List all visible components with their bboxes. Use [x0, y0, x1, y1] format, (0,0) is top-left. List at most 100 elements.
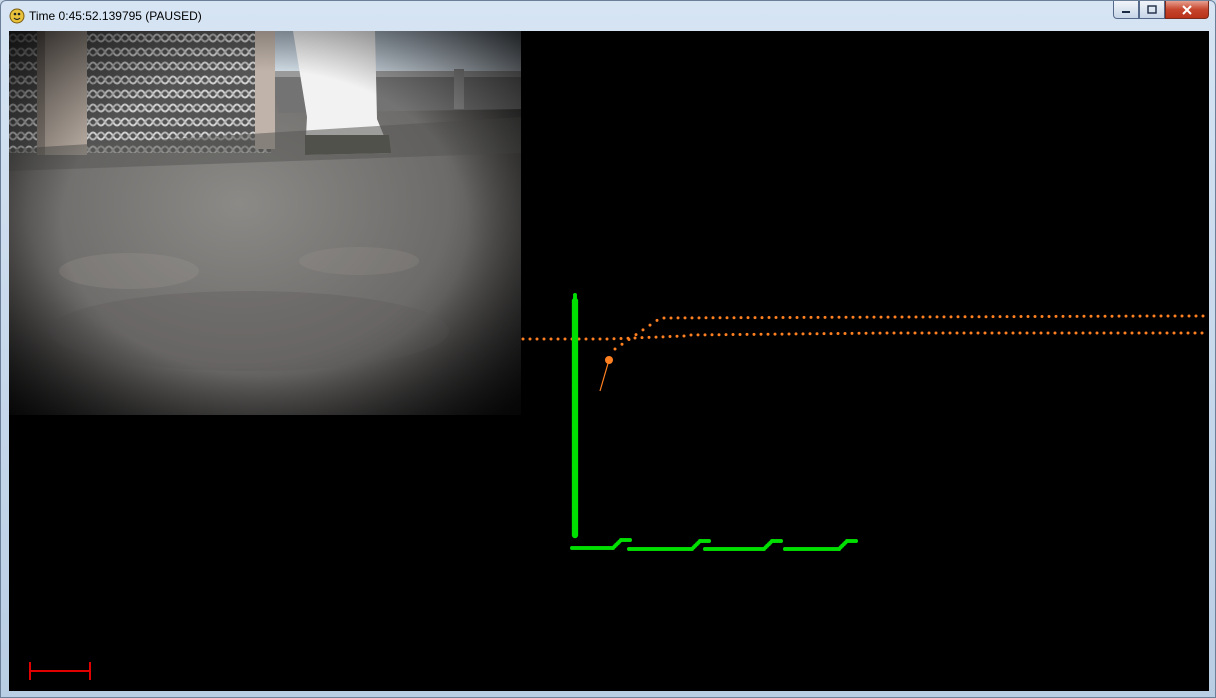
path-point — [1200, 331, 1204, 335]
minimize-icon — [1122, 10, 1130, 13]
path-point — [1124, 314, 1128, 318]
path-point — [711, 316, 715, 320]
path-point — [787, 332, 791, 336]
path-point — [920, 331, 924, 335]
path-point — [1166, 314, 1170, 318]
robot-heading-line — [599, 359, 610, 392]
path-point — [843, 331, 847, 335]
minimize-button[interactable] — [1113, 1, 1139, 19]
scan-point — [779, 539, 783, 543]
path-point — [837, 315, 841, 319]
path-point — [990, 331, 994, 335]
path-point — [1095, 331, 1099, 335]
path-point — [738, 332, 742, 336]
path-point — [1138, 314, 1142, 318]
path-point — [816, 315, 820, 319]
path-point — [612, 337, 616, 341]
path-point — [1026, 315, 1030, 319]
path-point — [760, 316, 764, 320]
path-point — [794, 332, 798, 336]
path-point — [1172, 331, 1176, 335]
maximize-button[interactable] — [1139, 1, 1165, 19]
path-point — [753, 316, 757, 320]
path-point — [634, 333, 638, 337]
path-point — [956, 315, 960, 319]
path-point — [998, 315, 1002, 319]
path-point — [872, 315, 876, 319]
path-point — [836, 332, 840, 336]
path-point — [641, 328, 645, 332]
path-point — [648, 323, 652, 327]
path-point — [913, 331, 917, 335]
path-point — [1047, 314, 1051, 318]
path-point — [815, 332, 819, 336]
path-point — [1109, 331, 1113, 335]
path-point — [1046, 331, 1050, 335]
path-point — [928, 315, 932, 319]
path-point — [1194, 314, 1198, 318]
path-point — [1054, 314, 1058, 318]
path-point — [1187, 314, 1191, 318]
path-point — [1123, 331, 1127, 335]
path-point — [830, 315, 834, 319]
path-point — [1151, 331, 1155, 335]
path-point — [983, 331, 987, 335]
path-point — [1193, 331, 1197, 335]
path-point — [598, 337, 602, 341]
path-point — [1130, 331, 1134, 335]
path-point — [914, 315, 918, 319]
maximize-icon — [1147, 5, 1157, 14]
path-point — [1032, 331, 1036, 335]
scan-point — [854, 539, 858, 543]
title-bar[interactable]: Time 0:45:52.139795 (PAUSED) — [1, 1, 1215, 31]
close-button[interactable] — [1165, 1, 1209, 19]
path-point — [668, 335, 672, 339]
app-window: Time 0:45:52.139795 (PAUSED) — [0, 0, 1216, 698]
path-point — [745, 332, 749, 336]
path-point — [690, 316, 694, 320]
path-point — [703, 333, 707, 337]
path-point — [1159, 314, 1163, 318]
path-point — [795, 315, 799, 319]
path-point — [1137, 331, 1141, 335]
path-point — [731, 333, 735, 337]
path-point — [871, 331, 875, 335]
path-point — [822, 332, 826, 336]
path-point — [718, 316, 722, 320]
path-point — [1096, 314, 1100, 318]
path-point — [1179, 331, 1183, 335]
path-point — [697, 316, 701, 320]
path-point — [647, 335, 651, 339]
path-point — [984, 315, 988, 319]
path-point — [886, 315, 890, 319]
path-point — [613, 347, 617, 351]
path-point — [682, 334, 686, 338]
path-point — [619, 337, 623, 341]
path-point — [948, 331, 952, 335]
path-point — [1039, 331, 1043, 335]
path-point — [907, 315, 911, 319]
path-point — [724, 333, 728, 337]
path-point — [1061, 314, 1065, 318]
path-point — [906, 331, 910, 335]
path-point — [921, 315, 925, 319]
path-point — [704, 316, 708, 320]
path-point — [620, 342, 624, 346]
path-point — [935, 315, 939, 319]
path-point — [977, 315, 981, 319]
path-point — [858, 315, 862, 319]
path-point — [1145, 314, 1149, 318]
path-point — [885, 331, 889, 335]
path-point — [1025, 331, 1029, 335]
simulation-viewport[interactable] — [9, 31, 1209, 691]
path-point — [1053, 331, 1057, 335]
path-point — [696, 333, 700, 337]
path-point — [991, 315, 995, 319]
path-point — [970, 315, 974, 319]
scan-point — [571, 531, 579, 539]
path-point — [766, 332, 770, 336]
path-point — [640, 336, 644, 340]
path-point — [1018, 331, 1022, 335]
path-point — [1074, 331, 1078, 335]
path-point — [752, 332, 756, 336]
